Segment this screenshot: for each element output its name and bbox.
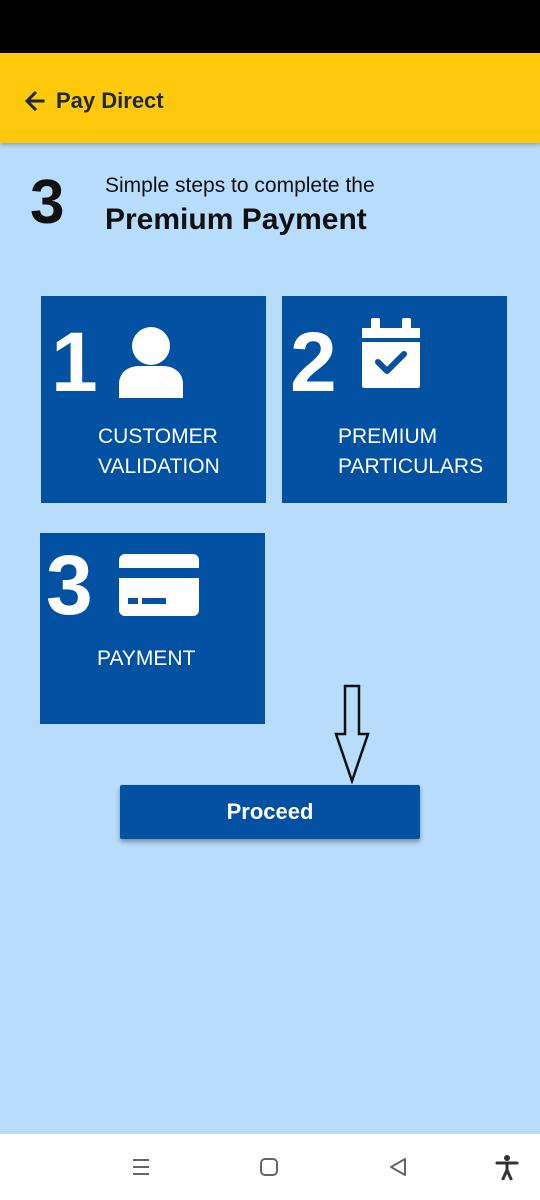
step-label-line2: PARTICULARS <box>338 455 484 478</box>
step-label-line1: PAYMENT <box>97 647 196 670</box>
down-arrow-icon <box>334 684 370 784</box>
user-icon <box>119 327 183 398</box>
system-nav-bar <box>0 1134 540 1200</box>
steps-subtitle: Simple steps to complete the <box>105 174 375 197</box>
credit-card-icon <box>119 554 199 616</box>
status-bar <box>0 0 540 53</box>
step-number: 1 <box>51 315 98 409</box>
back-triangle-icon[interactable] <box>385 1154 411 1180</box>
step-tile-customer-validation[interactable]: 1 CUSTOMER VALIDATION <box>41 296 266 503</box>
step-tile-premium-particulars[interactable]: 2 PREMIUM PARTICULARS <box>282 296 507 503</box>
step-tile-payment[interactable]: 3 PAYMENT <box>40 533 265 724</box>
app-title: Pay Direct <box>56 88 164 113</box>
step-label-line2: VALIDATION <box>98 455 220 478</box>
step-number: 3 <box>46 538 93 632</box>
arrow-left-icon <box>24 90 45 112</box>
proceed-button[interactable]: Proceed <box>120 785 420 839</box>
back-button[interactable] <box>20 86 50 116</box>
step-number: 2 <box>290 315 337 409</box>
app-bar: Pay Direct <box>0 53 540 143</box>
home-icon[interactable] <box>256 1154 282 1180</box>
calendar-check-icon <box>362 318 420 388</box>
steps-count: 3 <box>30 168 65 237</box>
accessibility-icon[interactable] <box>494 1154 520 1180</box>
steps-title: Premium Payment <box>105 203 367 236</box>
step-label-line1: CUSTOMER <box>98 425 218 448</box>
step-label-line1: PREMIUM <box>338 425 438 448</box>
recents-icon[interactable] <box>128 1154 154 1180</box>
